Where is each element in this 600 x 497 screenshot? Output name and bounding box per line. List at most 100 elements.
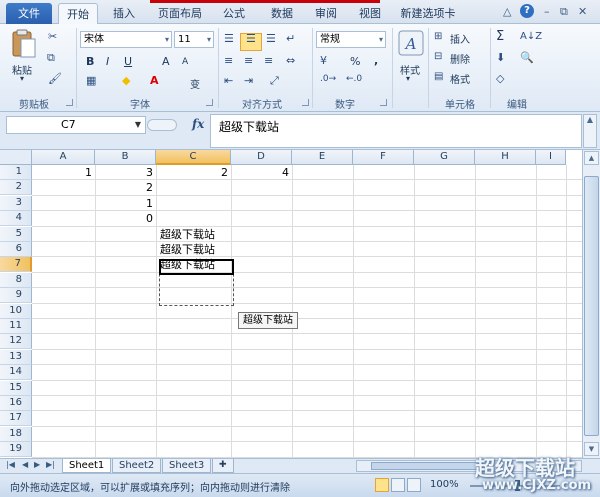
- increase-decimal-icon[interactable]: .0→: [320, 74, 336, 84]
- cell-b4[interactable]: 0: [96, 211, 157, 226]
- formula-zoom-handle[interactable]: [147, 119, 177, 131]
- restore-window-icon[interactable]: ⧉: [560, 5, 568, 19]
- next-sheet-icon[interactable]: ▶: [34, 460, 40, 469]
- align-top-icon[interactable]: ☰: [224, 32, 234, 45]
- delete-cells-button[interactable]: 删除: [450, 51, 470, 66]
- clear-icon[interactable]: ◇: [496, 72, 504, 85]
- normal-view-button[interactable]: [375, 478, 389, 492]
- help-icon[interactable]: ?: [520, 4, 534, 18]
- row-header-6[interactable]: 6: [0, 242, 32, 257]
- format-painter-icon[interactable]: 🖌: [48, 72, 62, 85]
- column-header-c[interactable]: C: [156, 150, 231, 165]
- vertical-scrollbar[interactable]: ▲ ▼: [582, 150, 600, 458]
- paste-dropdown-icon[interactable]: ▾: [20, 74, 24, 83]
- cut-icon[interactable]: ✂: [48, 30, 57, 43]
- align-center-icon[interactable]: ≡: [244, 54, 253, 67]
- tab-view[interactable]: 视图: [350, 3, 390, 24]
- insert-function-icon[interactable]: fx: [192, 117, 204, 131]
- page-layout-view-button[interactable]: [391, 478, 405, 492]
- tab-file[interactable]: 文件: [6, 3, 52, 24]
- align-left-icon[interactable]: ≡: [224, 54, 233, 67]
- decrease-indent-icon[interactable]: ⇤: [224, 74, 233, 87]
- copy-icon[interactable]: ⧉: [47, 51, 55, 65]
- tab-review[interactable]: 审阅: [306, 3, 346, 24]
- orientation-icon[interactable]: ⤢: [270, 74, 279, 88]
- row-header-14[interactable]: 14: [0, 365, 32, 381]
- grow-font-button[interactable]: A: [162, 55, 170, 68]
- row-header-13[interactable]: 13: [0, 349, 32, 365]
- tab-formulas[interactable]: 公式: [214, 3, 254, 24]
- column-header-d[interactable]: D: [231, 150, 292, 165]
- row-header-9[interactable]: 9: [0, 288, 32, 304]
- fill-color-icon[interactable]: ◆: [122, 74, 130, 87]
- formula-input[interactable]: 超级下载站: [210, 114, 582, 148]
- tab-data[interactable]: 数据: [262, 3, 302, 24]
- expand-formula-bar-icon[interactable]: ▲: [583, 114, 597, 148]
- vertical-scroll-thumb[interactable]: [584, 176, 599, 436]
- cell-c5[interactable]: 超级下载站: [160, 227, 260, 242]
- zoom-level[interactable]: 100%: [430, 479, 459, 490]
- tab-insert[interactable]: 插入: [104, 3, 144, 24]
- tab-new[interactable]: 新建选项卡: [396, 3, 460, 24]
- column-header-e[interactable]: E: [292, 150, 353, 165]
- insert-sheet-icon[interactable]: ✚: [212, 459, 234, 473]
- column-header-h[interactable]: H: [475, 150, 536, 165]
- row-header-1[interactable]: 1: [0, 165, 32, 180]
- minimize-ribbon-icon[interactable]: △: [503, 5, 511, 18]
- name-box[interactable]: C7 ▼: [6, 116, 146, 134]
- row-header-19[interactable]: 19: [0, 442, 32, 458]
- align-middle-icon[interactable]: ☰: [246, 32, 256, 45]
- decrease-decimal-icon[interactable]: ←.0: [346, 74, 362, 84]
- alignment-dialog-launcher[interactable]: [302, 99, 309, 106]
- underline-button[interactable]: U: [124, 55, 132, 68]
- font-dialog-launcher[interactable]: [206, 99, 213, 106]
- number-dialog-launcher[interactable]: [380, 99, 387, 106]
- row-header-12[interactable]: 12: [0, 334, 32, 350]
- row-header-16[interactable]: 16: [0, 396, 32, 411]
- tab-home[interactable]: 开始: [58, 3, 98, 24]
- row-header-5[interactable]: 5: [0, 226, 32, 242]
- last-sheet-icon[interactable]: ▶|: [46, 460, 55, 469]
- sheet-tab-sheet2[interactable]: Sheet2: [112, 459, 162, 473]
- clipboard-dialog-launcher[interactable]: [66, 99, 73, 106]
- tab-page-layout[interactable]: 页面布局: [150, 3, 210, 24]
- cell-b2[interactable]: 2: [96, 180, 157, 195]
- wrap-text-icon[interactable]: ↵: [286, 32, 295, 45]
- column-header-f[interactable]: F: [353, 150, 414, 165]
- percent-button[interactable]: %: [350, 55, 360, 68]
- font-color-icon[interactable]: A: [150, 74, 159, 87]
- cell-c6[interactable]: 超级下载站: [160, 242, 260, 257]
- cell-b3[interactable]: 1: [96, 196, 157, 211]
- find-select-icon[interactable]: 🔍: [520, 51, 534, 64]
- row-header-17[interactable]: 17: [0, 411, 32, 427]
- first-sheet-icon[interactable]: |◀: [6, 460, 15, 469]
- comma-button[interactable]: ,: [374, 54, 378, 67]
- row-header-7[interactable]: 7: [0, 257, 32, 273]
- cell-a1[interactable]: 1: [33, 165, 96, 180]
- row-header-4[interactable]: 4: [0, 211, 32, 227]
- increase-indent-icon[interactable]: ⇥: [244, 74, 253, 87]
- insert-cells-button[interactable]: 插入: [450, 31, 470, 46]
- row-header-15[interactable]: 15: [0, 380, 32, 396]
- row-header-2[interactable]: 2: [0, 180, 32, 196]
- cell-b1[interactable]: 3: [96, 165, 157, 180]
- column-header-g[interactable]: G: [414, 150, 475, 165]
- styles-icon[interactable]: A: [398, 30, 424, 56]
- styles-dropdown-icon[interactable]: ▾: [406, 74, 410, 83]
- border-icon[interactable]: ▦: [86, 74, 96, 87]
- merge-center-icon[interactable]: ⇔: [286, 54, 295, 67]
- autosum-button[interactable]: Σ: [496, 29, 504, 44]
- sort-filter-icon[interactable]: A↓Z: [520, 31, 542, 42]
- paste-icon[interactable]: [10, 28, 38, 60]
- align-right-icon[interactable]: ≡: [264, 54, 273, 67]
- number-format-combo[interactable]: 常规 ▾: [316, 31, 386, 48]
- minimize-window-icon[interactable]: –: [544, 5, 550, 18]
- sheet-tab-sheet3[interactable]: Sheet3: [162, 459, 212, 473]
- phonetic-button[interactable]: 变: [190, 76, 200, 91]
- worksheet-grid[interactable]: ABCDEFGHI 1 2 3 4 5 6 7 8 9 10 11 12 13 14 15 16 17 18 19 …: [0, 150, 582, 458]
- close-window-icon[interactable]: ✕: [578, 5, 587, 18]
- fill-down-icon[interactable]: ⬇: [496, 51, 505, 64]
- scroll-up-icon[interactable]: ▲: [584, 151, 599, 165]
- active-cell-border[interactable]: [159, 259, 234, 275]
- sheet-tab-sheet1[interactable]: Sheet1: [62, 459, 112, 473]
